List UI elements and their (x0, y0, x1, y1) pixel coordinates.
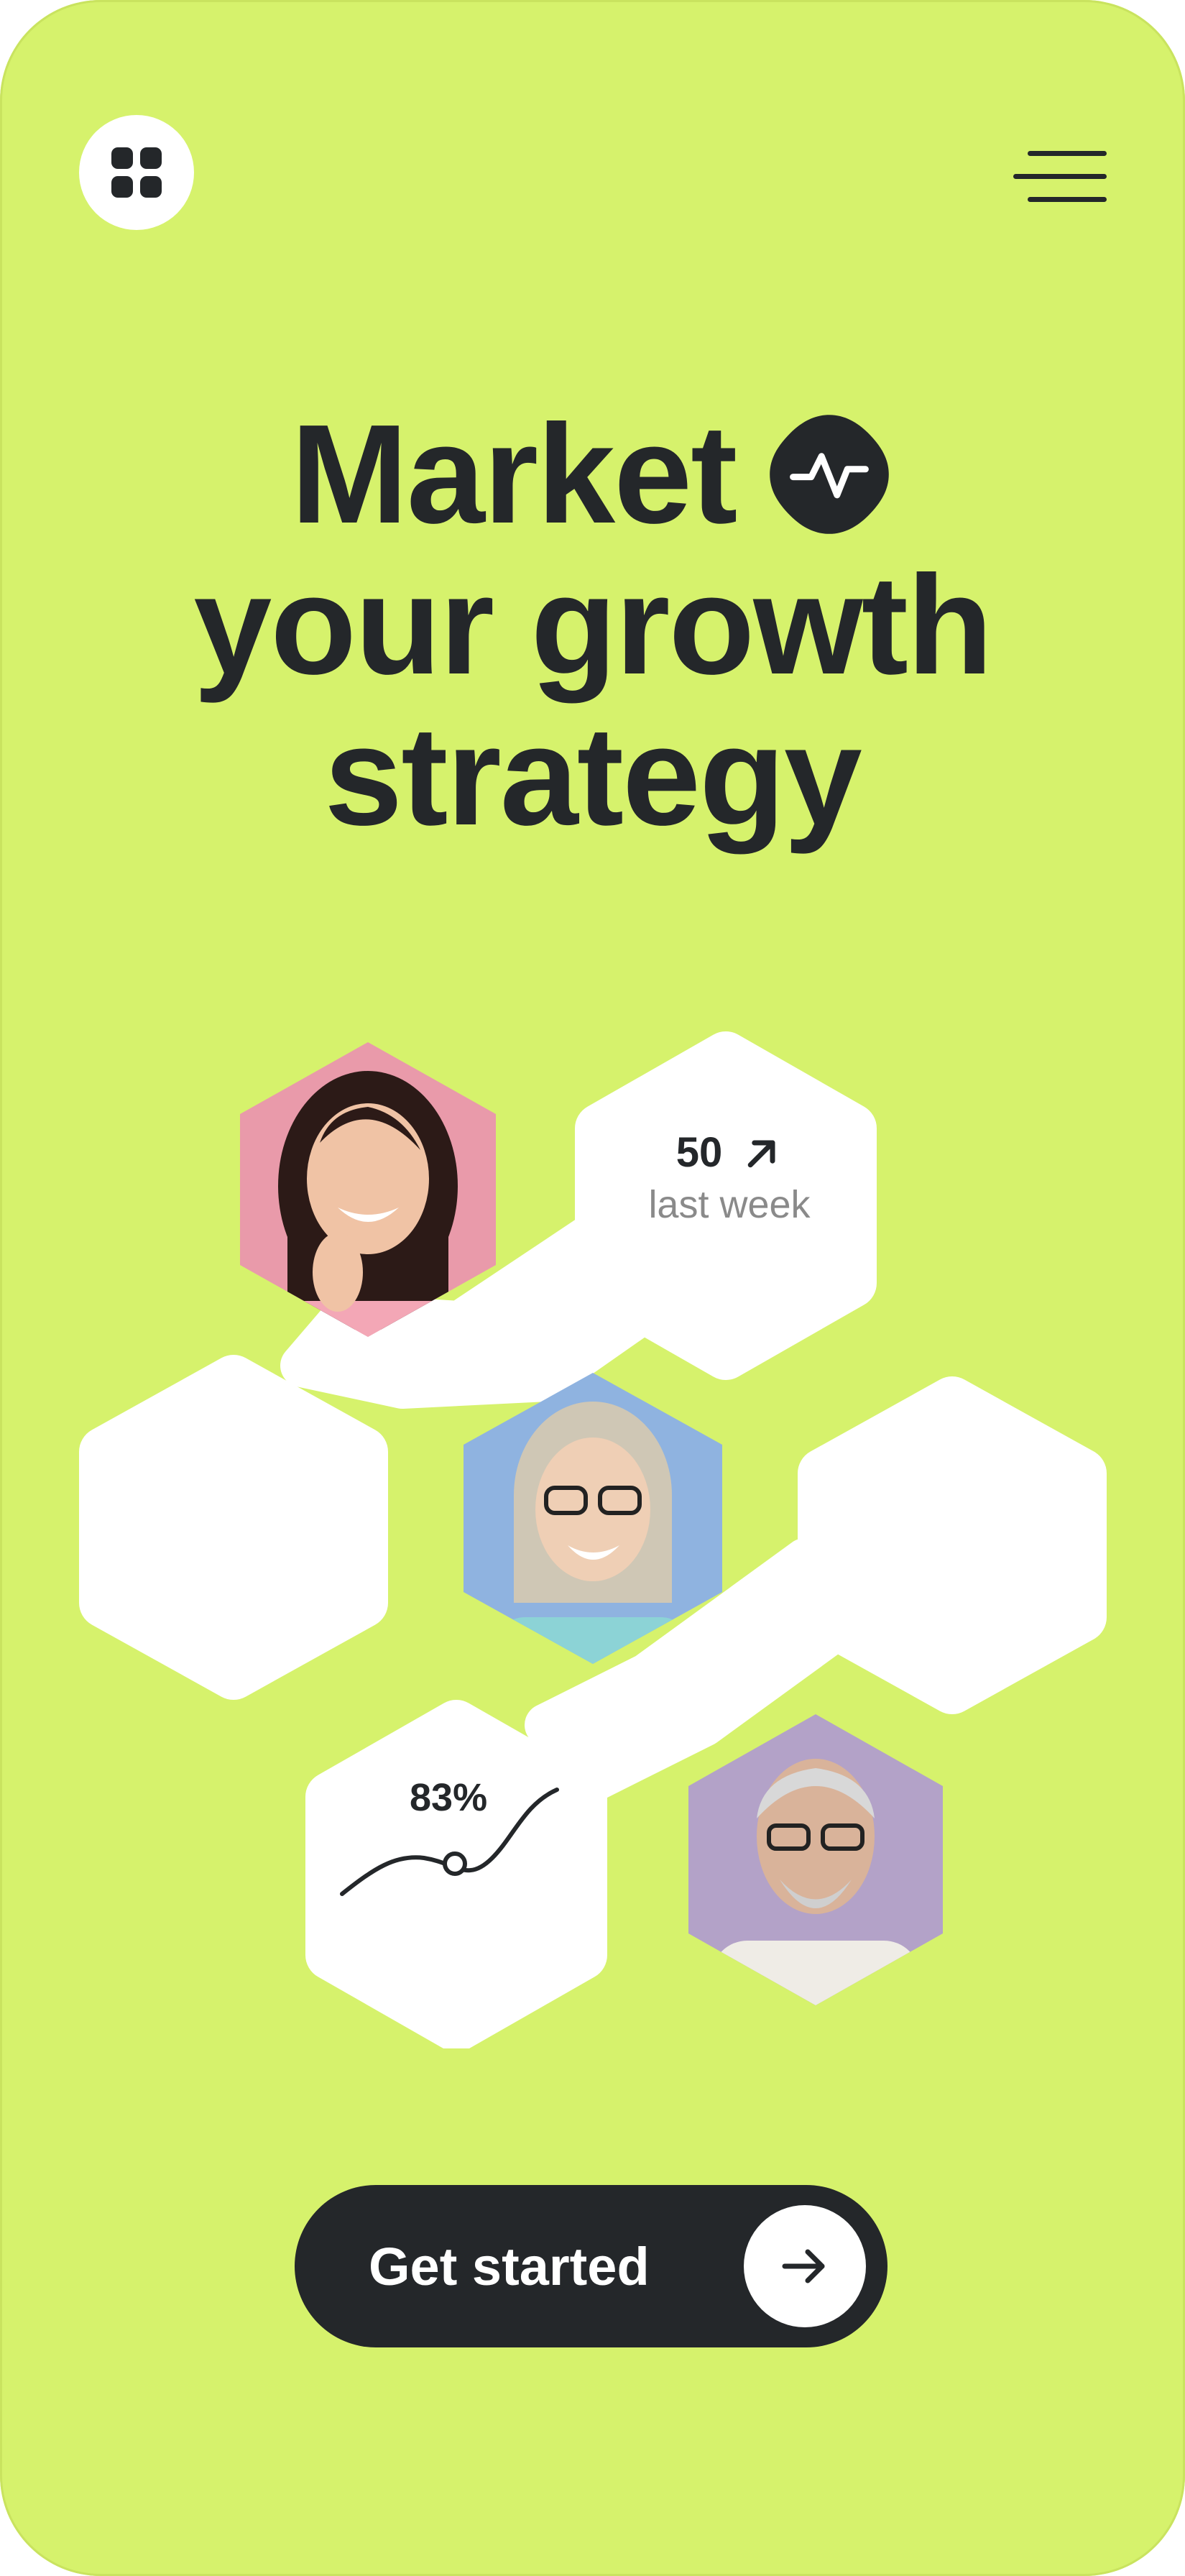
grid-icon (111, 147, 162, 198)
apps-menu-button[interactable] (79, 115, 194, 230)
app-screen: Market your growth strategy 50 last week… (0, 0, 1185, 2576)
headline-line-1: Market (290, 395, 738, 553)
avatar-man-purple-background (688, 1714, 943, 2005)
headline-line-3: strategy (324, 697, 862, 855)
hero-headline: Market your growth strategy (0, 399, 1185, 852)
weekly-stat-value: 50 (676, 1129, 723, 1176)
weekly-stat: 50 last week (568, 1128, 891, 1227)
get-started-button[interactable]: Get started (295, 2185, 887, 2347)
weekly-stat-label: last week (648, 1183, 811, 1226)
get-started-label: Get started (369, 2236, 650, 2296)
cta-arrow-circle (744, 2205, 866, 2327)
arrow-up-right-icon (747, 1140, 775, 1167)
arrow-right-icon (782, 2249, 825, 2283)
trend-line-icon (340, 1788, 559, 1896)
headline-line-2: your growth (193, 546, 992, 704)
activity-pulse-icon (770, 415, 890, 535)
hamburger-menu-icon[interactable] (1013, 144, 1107, 208)
rate-stat: 83% (338, 1775, 568, 1898)
